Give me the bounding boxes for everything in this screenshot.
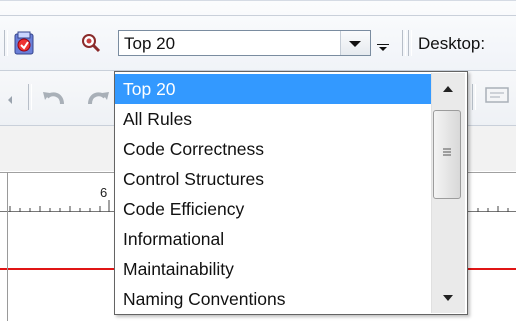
canvas-left-border <box>7 172 8 321</box>
ruler-tick-label: 6 <box>100 185 108 200</box>
toolbar-separator <box>408 30 412 56</box>
comment-icon[interactable] <box>478 84 514 112</box>
toolbar-overflow-icon[interactable] <box>377 44 389 45</box>
scroll-up-icon[interactable] <box>431 74 465 104</box>
toolbar-separator <box>472 84 476 110</box>
undo-icon[interactable] <box>40 86 68 110</box>
dropdown-option[interactable]: All Rules <box>115 104 432 134</box>
dropdown-option[interactable]: Code Efficiency <box>115 194 432 224</box>
toolbar-overflow-arrow-icon[interactable] <box>379 47 387 51</box>
rules-icon[interactable] <box>13 30 37 56</box>
dropdown-option[interactable]: Control Structures <box>115 164 432 194</box>
dropdown-option[interactable]: Code Correctness <box>115 134 432 164</box>
scrollbar-grip-icon <box>443 148 451 156</box>
dropdown-option[interactable]: Informational <box>115 224 432 254</box>
desktop-label: Desktop: <box>418 34 486 53</box>
scroll-down-icon[interactable] <box>431 283 465 313</box>
dropdown-option[interactable]: Top 20 <box>115 74 432 104</box>
rule-set-combobox-value[interactable]: Top 20 <box>124 34 175 54</box>
zoom-icon[interactable] <box>80 32 102 54</box>
toolbar-divider <box>0 15 516 16</box>
dropdown-option[interactable]: Maintainability <box>115 254 432 284</box>
redo-icon[interactable] <box>84 86 112 110</box>
dropdown-option[interactable]: Naming Conventions <box>115 284 432 314</box>
rule-set-dropdown-list[interactable]: Top 20 All Rules Code Correctness Contro… <box>114 71 468 315</box>
toolbar-separator <box>402 30 406 56</box>
toolbar-separator <box>4 30 8 56</box>
toolbar-grip-icon <box>8 96 12 104</box>
toolbar-separator <box>28 84 32 110</box>
chevron-down-icon <box>349 41 361 47</box>
